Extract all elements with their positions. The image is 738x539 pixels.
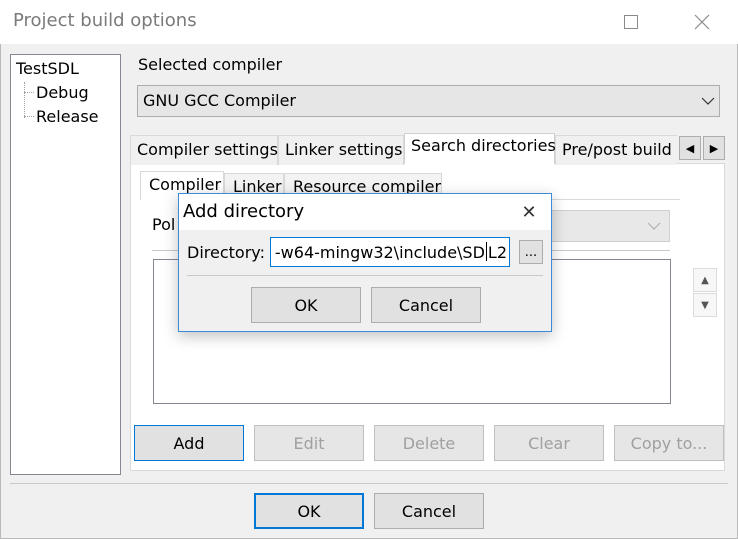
- maximize-icon[interactable]: [608, 0, 654, 44]
- clear-button[interactable]: Clear: [494, 425, 604, 461]
- chevron-down-icon: [647, 222, 661, 230]
- compiler-select-value: GNU GCC Compiler: [143, 91, 297, 110]
- dialog-ok-button[interactable]: OK: [251, 287, 361, 323]
- window-title: Project build options: [13, 10, 197, 31]
- close-icon[interactable]: [679, 0, 725, 44]
- policy-label: Pol: [152, 215, 176, 234]
- footer-separator: [10, 483, 728, 484]
- move-down-icon[interactable]: ▼: [693, 293, 717, 317]
- tab-scroll-left-icon[interactable]: ◀: [679, 136, 701, 160]
- dialog-title-bar: Add directory ✕: [179, 194, 551, 230]
- tab-pre-post-build[interactable]: Pre/post build: [555, 135, 677, 165]
- chevron-down-icon: [701, 97, 715, 105]
- dialog-cancel-button[interactable]: Cancel: [371, 287, 481, 323]
- directory-label: Directory:: [187, 243, 265, 262]
- dialog-title: Add directory: [183, 201, 305, 222]
- tree-item-testsdl[interactable]: TestSDL: [16, 59, 79, 78]
- tab-compiler-settings[interactable]: Compiler settings: [130, 135, 278, 165]
- move-up-icon[interactable]: ▲: [693, 268, 717, 292]
- ok-button[interactable]: OK: [254, 493, 364, 529]
- title-bar: Project build options: [0, 0, 738, 44]
- add-directory-dialog: Add directory ✕ Directory: -w64-mingw32\…: [178, 193, 552, 332]
- browse-button[interactable]: ...: [519, 240, 543, 264]
- text-caret: [485, 242, 487, 261]
- tab-scroll-right-icon[interactable]: ▶: [703, 136, 725, 160]
- tab-search-directories[interactable]: Search directories: [404, 133, 556, 164]
- build-target-tree[interactable]: TestSDL Debug Release: [10, 54, 121, 475]
- cancel-button[interactable]: Cancel: [374, 493, 484, 529]
- add-button[interactable]: Add: [134, 425, 244, 461]
- directory-input-value: -w64-mingw32\include\SD L2: [274, 242, 507, 262]
- tree-item-debug[interactable]: Debug: [36, 83, 89, 102]
- directory-input[interactable]: -w64-mingw32\include\SD L2: [270, 237, 510, 267]
- tree-connector: [24, 92, 34, 93]
- tree-connector: [24, 82, 25, 118]
- tree-item-release[interactable]: Release: [36, 107, 99, 126]
- close-icon[interactable]: ✕: [511, 194, 547, 230]
- compiler-select[interactable]: GNU GCC Compiler: [137, 85, 720, 117]
- tree-connector: [24, 116, 34, 117]
- dialog-separator: [187, 275, 543, 276]
- selected-compiler-label: Selected compiler: [138, 55, 283, 74]
- tab-linker-settings[interactable]: Linker settings: [278, 135, 404, 165]
- delete-button[interactable]: Delete: [374, 425, 484, 461]
- edit-button[interactable]: Edit: [254, 425, 364, 461]
- copy-to-button[interactable]: Copy to...: [614, 425, 724, 461]
